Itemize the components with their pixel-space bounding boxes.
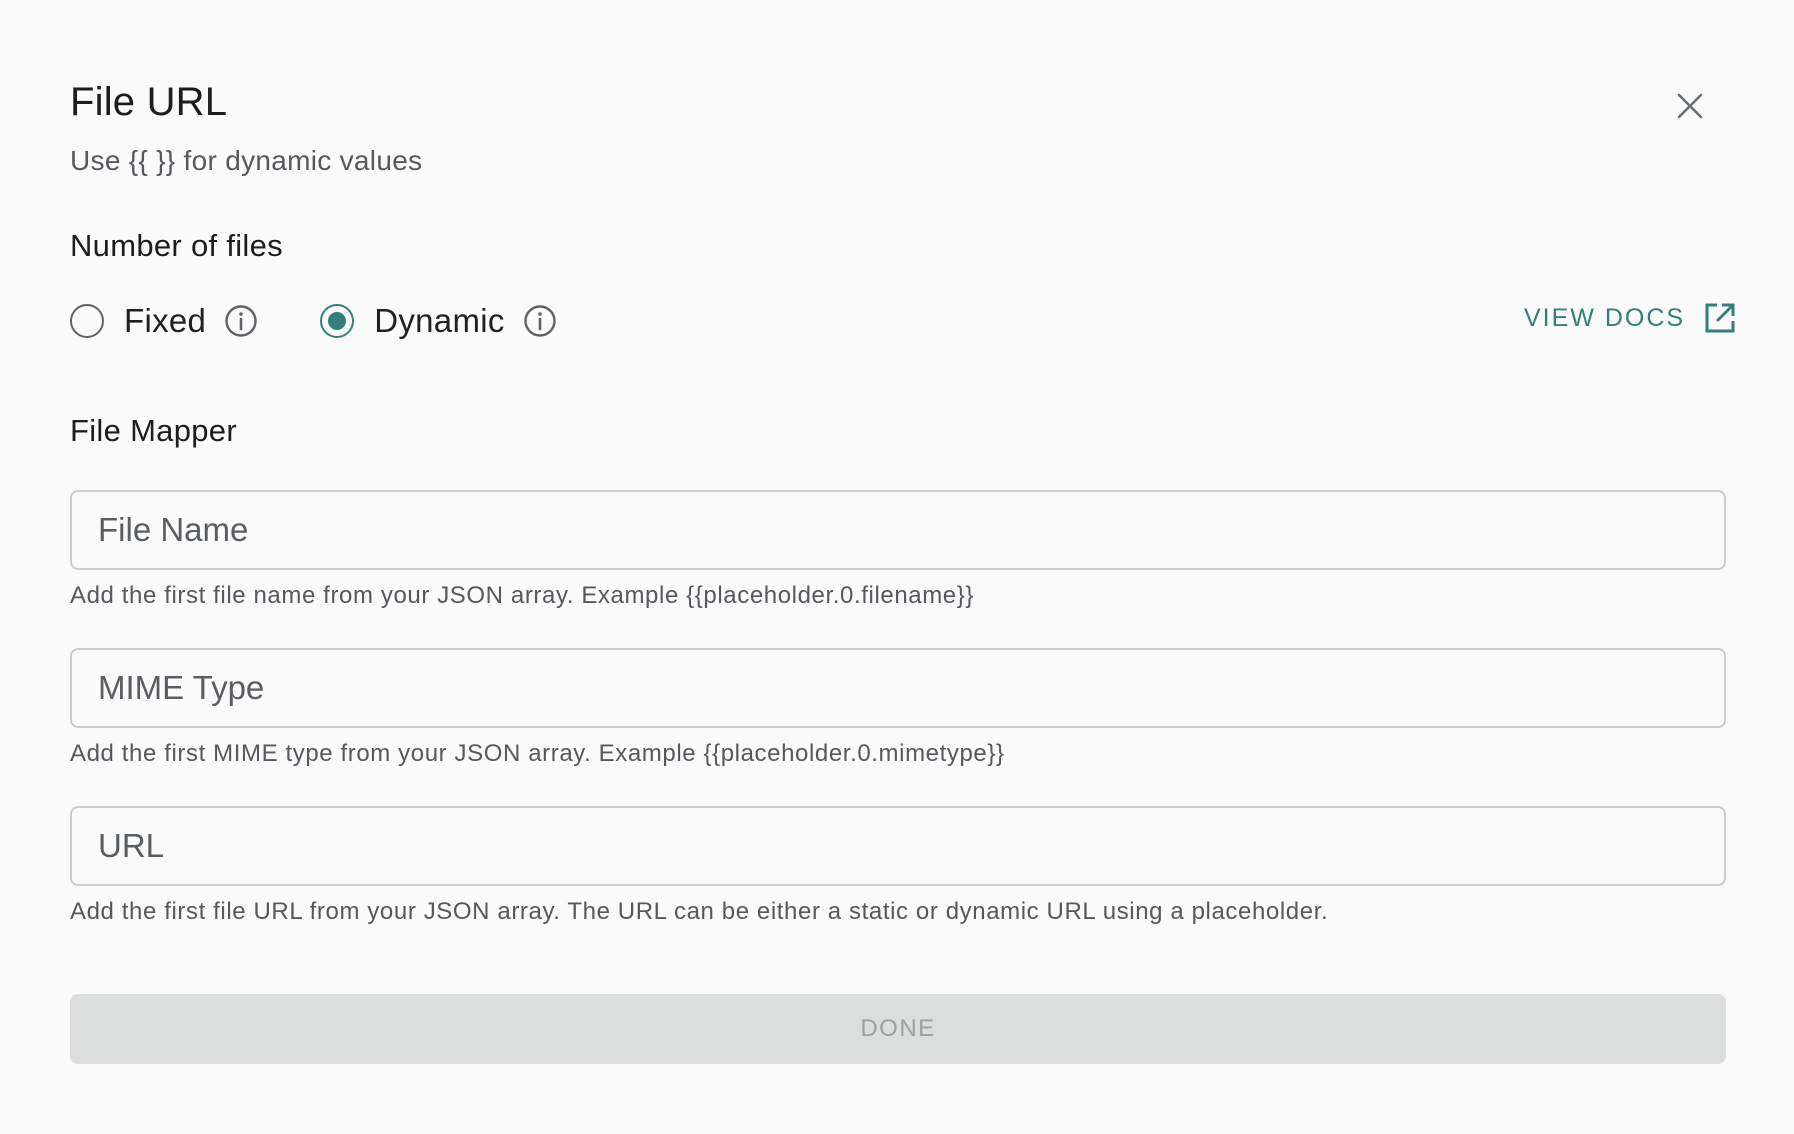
fixed-info-icon[interactable] bbox=[224, 304, 258, 338]
dialog-title: File URL bbox=[70, 80, 228, 124]
external-link-icon bbox=[1703, 301, 1737, 335]
radio-dynamic[interactable] bbox=[320, 304, 355, 338]
file-name-input[interactable] bbox=[72, 492, 1724, 568]
view-docs-label: VIEW DOCS bbox=[1524, 303, 1686, 332]
dialog-subtitle: Use {{ }} for dynamic values bbox=[70, 145, 423, 176]
mime-type-field[interactable] bbox=[70, 648, 1726, 728]
radio-option-fixed[interactable]: Fixed bbox=[70, 302, 258, 340]
number-of-files-radio-group: Fixed Dynamic bbox=[70, 300, 557, 342]
url-field[interactable] bbox=[70, 806, 1726, 886]
done-button-label: DONE bbox=[860, 1015, 936, 1042]
url-input[interactable] bbox=[72, 808, 1724, 884]
view-docs-link[interactable]: VIEW DOCS bbox=[1524, 298, 1737, 338]
file-mapper-heading: File Mapper bbox=[70, 413, 237, 448]
file-name-helper: Add the first file name from your JSON a… bbox=[70, 582, 974, 609]
mime-type-helper: Add the first MIME type from your JSON a… bbox=[70, 740, 1005, 767]
file-url-dialog: File URL Use {{ }} for dynamic values Nu… bbox=[0, 0, 1794, 1134]
done-button[interactable]: DONE bbox=[70, 994, 1726, 1064]
radio-fixed[interactable] bbox=[70, 304, 104, 338]
number-of-files-heading: Number of files bbox=[70, 228, 283, 263]
radio-dynamic-label: Dynamic bbox=[374, 302, 505, 339]
radio-dynamic-dot bbox=[328, 312, 347, 330]
close-button[interactable] bbox=[1668, 84, 1712, 128]
file-name-field[interactable] bbox=[70, 490, 1726, 570]
dynamic-info-icon[interactable] bbox=[523, 304, 557, 338]
radio-option-dynamic[interactable]: Dynamic bbox=[320, 302, 556, 340]
radio-fixed-label: Fixed bbox=[124, 302, 207, 339]
mime-type-input[interactable] bbox=[72, 650, 1724, 726]
close-icon bbox=[1677, 93, 1703, 119]
url-helper: Add the first file URL from your JSON ar… bbox=[70, 898, 1329, 925]
